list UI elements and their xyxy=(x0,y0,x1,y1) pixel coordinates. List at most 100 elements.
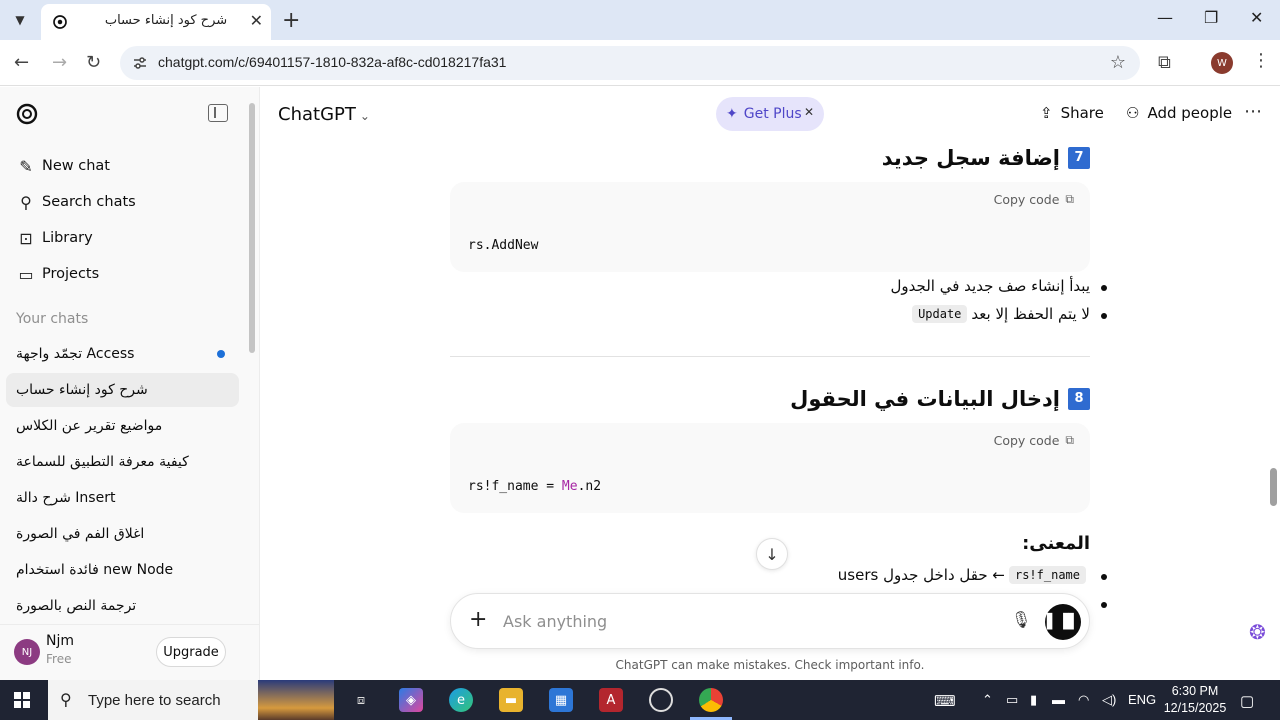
extension-brain-icon[interactable]: ❂ xyxy=(1249,620,1266,644)
chatgpt-logo-icon[interactable] xyxy=(14,101,40,127)
your-chats-label: Your chats xyxy=(16,311,89,327)
upgrade-button[interactable]: Upgrade xyxy=(156,637,226,667)
tab-title: شرح كود إنشاء حساب xyxy=(104,13,228,28)
model-label: ChatGPT xyxy=(278,104,356,125)
windows-start-icon[interactable] xyxy=(14,692,30,708)
restore-icon[interactable]: ❐ xyxy=(1204,8,1218,27)
avatar[interactable]: NJ xyxy=(14,639,40,665)
new-tab-icon[interactable]: + xyxy=(282,8,300,33)
microphone-icon[interactable]: 🎙 xyxy=(1011,610,1031,629)
section-heading: 7 إضافة سجل جديد xyxy=(882,146,1090,170)
chat-item[interactable]: مواضيع تقرير عن الكلاس xyxy=(6,409,239,443)
app-icon[interactable] xyxy=(649,688,673,712)
dismiss-icon[interactable]: ✕ xyxy=(804,105,814,119)
url-field[interactable]: chatgpt.com/c/69401157-1810-832a-af8c-cd… xyxy=(120,46,1140,80)
chat-item-label: كيفية معرفة التطبيق للسماعة xyxy=(16,454,189,470)
prompt-input[interactable]: Ask anything xyxy=(503,612,607,631)
meet-icon[interactable]: ▭ xyxy=(1006,692,1018,708)
battery-icon[interactable]: ▬ xyxy=(1052,692,1065,707)
show-hidden-icons-icon[interactable]: ⌃ xyxy=(982,692,993,708)
notifications-icon[interactable]: ▢ xyxy=(1240,692,1254,710)
projects-label: Projects xyxy=(42,266,100,282)
waveform-icon: ▌▐▌ xyxy=(1046,614,1080,630)
chat-item[interactable]: تجمّد واجهة Access xyxy=(6,337,239,371)
file-explorer-icon[interactable]: ▬ xyxy=(499,688,523,712)
chat-item[interactable]: اغلاق الفم في الصورة xyxy=(6,517,239,551)
taskbar-search[interactable]: ⚲ Type here to search xyxy=(48,680,334,720)
store-icon[interactable]: ▦ xyxy=(549,688,573,712)
site-settings-icon[interactable] xyxy=(132,55,148,71)
section-number-badge: 8 xyxy=(1068,388,1090,410)
main-scrollbar-thumb[interactable] xyxy=(1270,468,1277,506)
chat-item[interactable]: كيفية معرفة التطبيق للسماعة xyxy=(6,445,239,479)
taskbar-clock[interactable]: 6:30 PM 12/15/2025 xyxy=(1160,683,1230,717)
model-selector[interactable]: ChatGPT ⌄ xyxy=(278,104,370,125)
chat-item-label: شرح كود إنشاء حساب xyxy=(16,382,148,398)
search-icon: ⚲ xyxy=(20,192,32,212)
wifi-icon[interactable]: ◠ xyxy=(1078,692,1089,708)
forward-icon[interactable]: → xyxy=(52,52,67,73)
browser-menu-icon[interactable]: ⋮ xyxy=(1252,50,1270,71)
copilot-icon[interactable]: ◈ xyxy=(399,688,423,712)
chat-item[interactable]: فائدة استخدام new Node xyxy=(6,553,239,587)
edge-icon[interactable]: e xyxy=(449,688,473,712)
chat-item[interactable]: ترجمة النص بالصورة xyxy=(6,589,239,623)
attach-plus-icon[interactable]: + xyxy=(469,607,487,632)
copy-code-button[interactable]: Copy code ⧉ xyxy=(994,192,1074,207)
disclaimer-text: ChatGPT can make mistakes. Check importa… xyxy=(615,658,925,672)
more-options-icon[interactable]: ⋯ xyxy=(1244,101,1262,122)
reload-icon[interactable]: ↻ xyxy=(86,52,101,73)
sidebar-scrollbar[interactable] xyxy=(249,103,255,353)
back-icon[interactable]: ← xyxy=(14,52,29,73)
message-composer[interactable]: + Ask anything 🎙 ▌▐▌ xyxy=(450,593,1090,649)
code-part: rs!f_name = xyxy=(468,479,562,494)
voice-mode-button[interactable]: ▌▐▌ xyxy=(1045,604,1081,640)
browser-tab-active[interactable]: شرح كود إنشاء حساب ✕ xyxy=(41,4,271,40)
volume-icon[interactable]: ◁) xyxy=(1102,692,1116,708)
main-scrollbar-track[interactable] xyxy=(1268,140,1280,680)
chat-item-active[interactable]: شرح كود إنشاء حساب xyxy=(6,373,239,407)
copy-icon: ⧉ xyxy=(1065,192,1074,206)
language-indicator[interactable]: ENG xyxy=(1128,692,1156,707)
bullet-text: يبدأ إنشاء صف جديد في الجدول xyxy=(890,277,1091,295)
chat-item-label: شرح دالة Insert xyxy=(16,490,116,506)
browser-profile-avatar[interactable]: W xyxy=(1211,52,1233,74)
arrow-down-icon: ↓ xyxy=(765,544,779,564)
tab-search-menu-icon[interactable]: ▼ xyxy=(10,10,30,30)
sidebar: ✎ New chat ⚲ Search chats ⊡ Library ▭ Pr… xyxy=(0,87,260,680)
library-button[interactable]: ⊡ Library xyxy=(16,223,92,253)
scroll-to-bottom-button[interactable]: ↓ xyxy=(756,538,788,570)
inline-code: Update xyxy=(912,305,968,323)
user-account-area[interactable]: NJ Njm Free Upgrade xyxy=(0,624,259,680)
window-close-icon[interactable]: ✕ xyxy=(1250,8,1263,27)
sparkle-icon: ✦ xyxy=(726,106,738,122)
folder-icon: ▭ xyxy=(18,264,34,284)
task-view-icon[interactable]: ⧈ xyxy=(349,688,373,712)
chrome-icon[interactable] xyxy=(699,688,723,712)
minimize-icon[interactable]: — xyxy=(1157,8,1173,27)
section-number-badge: 7 xyxy=(1068,147,1090,169)
sidebar-toggle-icon[interactable] xyxy=(208,104,228,122)
extensions-icon[interactable]: ⧉ xyxy=(1158,52,1171,73)
search-chats-button[interactable]: ⚲ Search chats xyxy=(16,187,136,217)
bullet-text-part: لا يتم الحفظ إلا بعد xyxy=(971,305,1090,323)
section-title: إضافة سجل جديد xyxy=(881,146,1060,170)
copy-code-label: Copy code xyxy=(993,433,1060,448)
projects-button[interactable]: ▭ Projects xyxy=(16,259,99,289)
user-plan: Free xyxy=(46,652,72,666)
chat-item[interactable]: شرح دالة Insert xyxy=(6,481,239,515)
new-chat-icon: ✎ xyxy=(19,156,33,176)
add-people-button[interactable]: ⚇ Add people xyxy=(1126,104,1232,122)
get-plus-button[interactable]: ✦ Get Plus ✕ xyxy=(716,97,824,131)
keyboard-icon[interactable]: ⌨ xyxy=(934,692,956,710)
windows-taskbar: ⚲ Type here to search ⧈ ◈ e ▬ ▦ A ⌨ ⌃ ▭ … xyxy=(0,680,1280,720)
chat-item-label: اغلاق الفم في الصورة xyxy=(16,526,145,542)
bookmark-star-icon[interactable]: ☆ xyxy=(1110,52,1126,73)
new-chat-button[interactable]: ✎ New chat xyxy=(16,151,110,181)
tab-close-icon[interactable]: ✕ xyxy=(250,11,263,30)
tray-app-icon[interactable]: ▮ xyxy=(1030,692,1037,708)
code-block: Copy code ⧉ rs.AddNew xyxy=(450,182,1090,272)
share-button[interactable]: ⇪ Share xyxy=(1040,104,1104,122)
access-icon[interactable]: A xyxy=(599,688,623,712)
copy-code-button[interactable]: Copy code ⧉ xyxy=(994,433,1074,448)
